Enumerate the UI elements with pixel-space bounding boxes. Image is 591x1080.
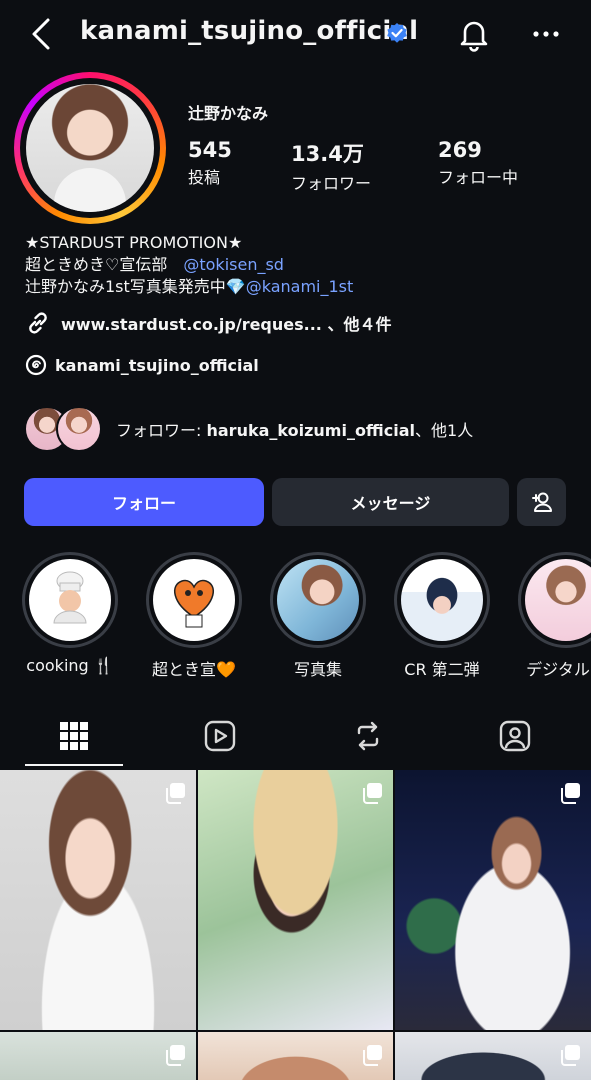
back-arrow-icon[interactable] <box>28 16 56 52</box>
post-thumbnail[interactable] <box>395 770 591 1030</box>
display-name: 辻野かなみ <box>188 104 269 123</box>
stat-followers[interactable]: 13.4万 フォロワー <box>291 138 371 194</box>
multi-photo-icon <box>561 1045 580 1066</box>
highlight-ring <box>518 552 591 648</box>
bio-link[interactable]: www.stardust.co.jp/reques... 、他４件 <box>25 310 391 336</box>
highlight-photobook[interactable]: 写真集 <box>270 552 366 680</box>
stat-followers-value: 13.4万 <box>291 142 364 166</box>
threads-handle: kanami_tsujino_official <box>55 355 259 375</box>
story-highlights: cooking 🍴 超とき宣🧡 写真集 CR 第二弾 デジタル写 <box>0 552 591 682</box>
posts-grid <box>0 770 591 1080</box>
stat-posts[interactable]: 545 投稿 <box>188 138 232 188</box>
stat-following[interactable]: 269 フォロー中 <box>438 138 518 188</box>
stat-posts-label: 投稿 <box>188 168 221 187</box>
follow-button[interactable]: フォロー <box>24 478 264 526</box>
link-icon <box>29 312 47 334</box>
bio-line-3: 辻野かなみ1st写真集発売中💎@kanami_1st <box>25 276 353 298</box>
mention-kanami-1st[interactable]: @kanami_1st <box>246 277 354 296</box>
highlight-cover <box>277 559 359 641</box>
add-user-icon <box>531 492 552 512</box>
highlight-cr2[interactable]: CR 第二弾 <box>394 552 490 680</box>
avatar-portrait <box>54 168 126 212</box>
avatar[interactable] <box>26 84 154 212</box>
highlight-ring <box>270 552 366 648</box>
highlight-label: 超とき宣🧡 <box>152 660 236 679</box>
verified-badge-icon <box>387 23 407 43</box>
highlight-digital[interactable]: デジタル写 <box>518 552 591 680</box>
bio: ★STARDUST PROMOTION★ 超ときめき♡宣伝部 @tokisen_… <box>25 232 353 298</box>
mutual-follower-name: haruka_koizumi_official <box>206 421 416 440</box>
post-thumbnail[interactable] <box>395 1032 591 1080</box>
highlight-cover <box>525 559 591 641</box>
highlight-label: デジタル写 <box>526 660 591 679</box>
more-icon[interactable] <box>532 28 560 40</box>
stat-following-label: フォロー中 <box>438 168 519 187</box>
mutual-followers[interactable]: フォロワー: haruka_koizumi_official、他1人 <box>24 404 473 454</box>
post-thumbnail[interactable] <box>0 770 196 1030</box>
stat-followers-label: フォロワー <box>291 174 372 193</box>
mutual-followers-text: フォロワー: haruka_koizumi_official、他1人 <box>116 417 473 441</box>
bio-line-3-text: 辻野かなみ1st写真集発売中💎 <box>25 277 246 296</box>
highlight-cooking[interactable]: cooking 🍴 <box>22 552 118 675</box>
stat-posts-value: 545 <box>188 138 232 162</box>
mutual-followers-prefix: フォロワー: <box>116 421 207 440</box>
tab-tagged[interactable] <box>495 716 535 756</box>
bell-icon[interactable] <box>456 16 492 52</box>
add-user-button[interactable] <box>517 478 566 526</box>
tab-reposts[interactable] <box>348 716 388 756</box>
post-thumbnail[interactable] <box>198 770 393 1030</box>
highlight-cover <box>401 559 483 641</box>
active-tab-indicator <box>25 764 123 766</box>
profile-tabs <box>0 706 591 770</box>
bio-line-1: ★STARDUST PROMOTION★ <box>25 233 243 252</box>
threads-icon <box>25 354 47 376</box>
tagged-icon <box>499 720 531 752</box>
grid-icon <box>60 722 88 750</box>
highlight-label: cooking 🍴 <box>26 656 114 675</box>
mutual-follower-avatar <box>56 406 102 452</box>
multi-photo-icon <box>363 783 382 804</box>
highlight-cover <box>29 559 111 641</box>
bio-link-text: www.stardust.co.jp/reques... 、他４件 <box>61 315 392 334</box>
tab-posts[interactable] <box>54 716 94 756</box>
chef-emoji-icon <box>53 571 87 624</box>
multi-photo-icon <box>166 783 185 804</box>
message-button[interactable]: メッセージ <box>272 478 509 526</box>
multi-photo-icon <box>363 1045 382 1066</box>
highlight-tokisen[interactable]: 超とき宣🧡 <box>146 552 242 680</box>
reposts-icon <box>357 721 379 751</box>
bio-line-2-text: 超ときめき♡宣伝部 <box>25 255 184 274</box>
story-ring[interactable] <box>14 72 166 224</box>
reels-icon <box>204 720 236 752</box>
multi-photo-icon <box>561 783 580 804</box>
highlight-ring <box>394 552 490 648</box>
mutual-followers-suffix: 、他1人 <box>415 421 474 440</box>
profile-header: kanami_tsujino_official <box>0 0 591 72</box>
highlight-ring <box>146 552 242 648</box>
tab-reels[interactable] <box>200 716 240 756</box>
heart-mascot-icon <box>173 579 215 628</box>
highlight-ring <box>22 552 118 648</box>
threads-link[interactable]: kanami_tsujino_official <box>25 354 259 376</box>
highlight-label: CR 第二弾 <box>404 660 480 679</box>
profile-username: kanami_tsujino_official <box>80 16 419 46</box>
highlight-cover <box>153 559 235 641</box>
highlight-label: 写真集 <box>293 660 342 679</box>
avatar-border <box>20 78 160 218</box>
post-thumbnail[interactable] <box>198 1032 393 1080</box>
bio-line-2: 超ときめき♡宣伝部 @tokisen_sd <box>25 254 353 276</box>
post-thumbnail[interactable] <box>0 1032 196 1080</box>
stat-following-value: 269 <box>438 138 482 162</box>
mention-tokisen[interactable]: @tokisen_sd <box>183 255 284 274</box>
multi-photo-icon <box>166 1045 185 1066</box>
